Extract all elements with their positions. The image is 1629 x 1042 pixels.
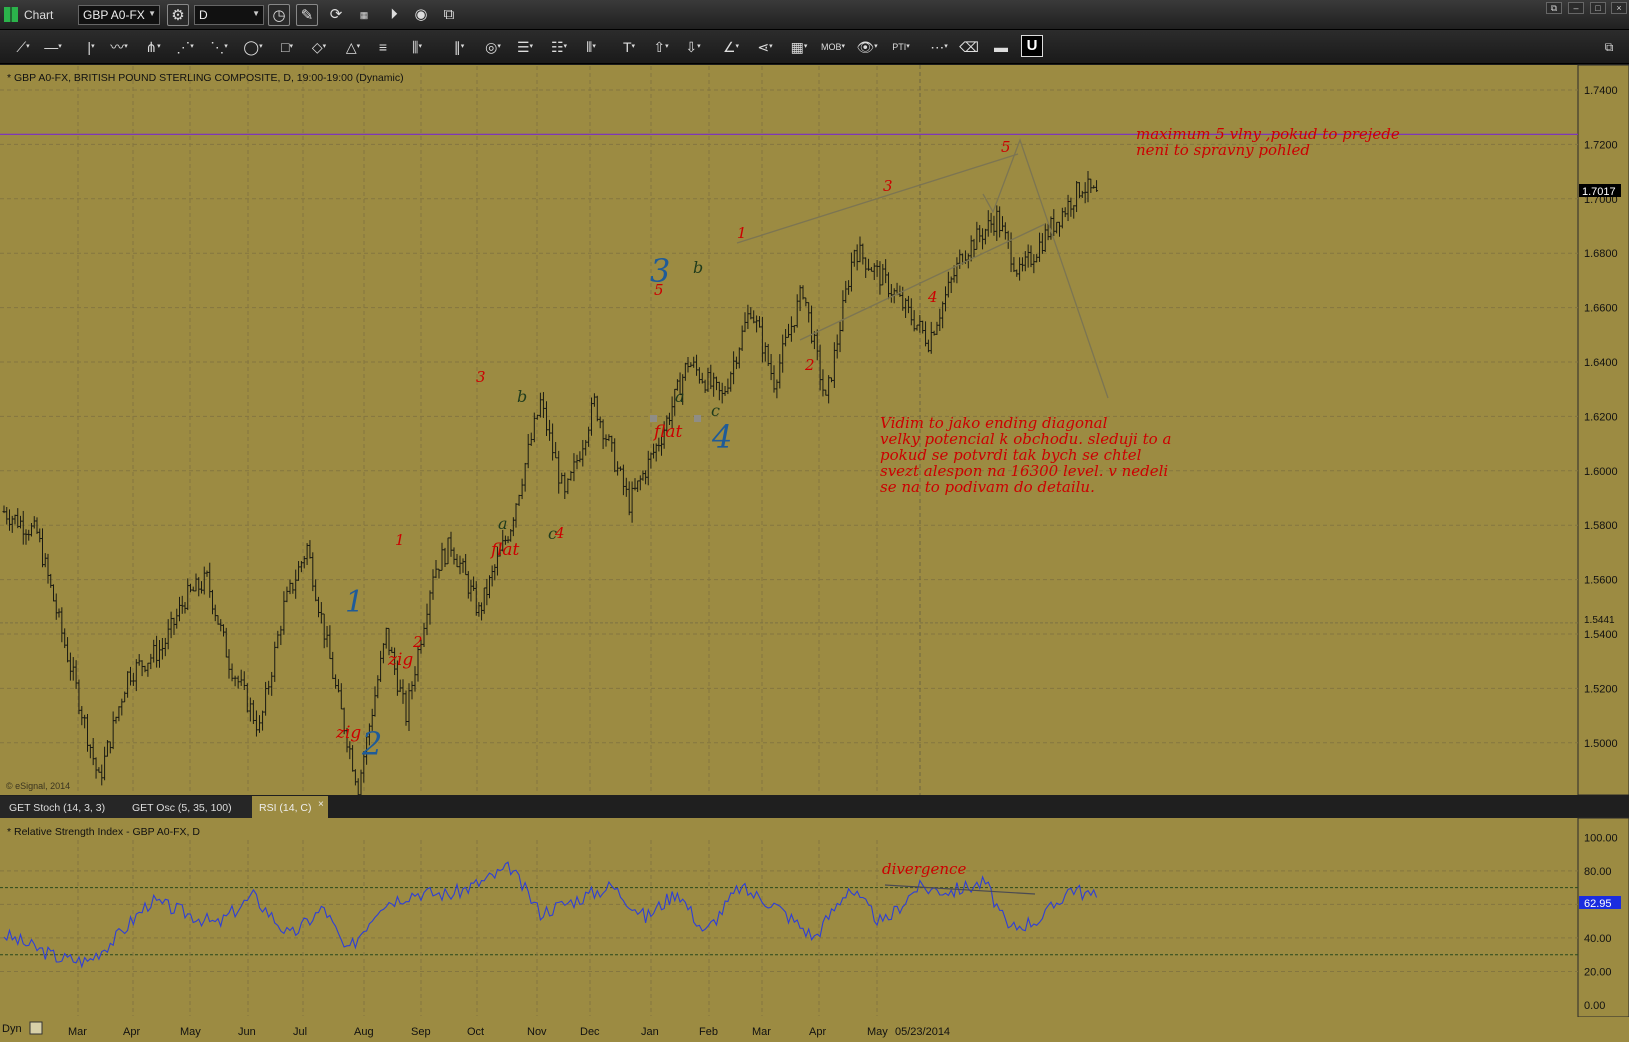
note-diagonal-line-5: se na to podivam do detailu. — [880, 478, 1095, 496]
price-tick-label: 1.6600 — [1584, 303, 1618, 315]
last-price-label: 1.7017 — [1582, 186, 1616, 198]
red-wave-5-diag: 5 — [1001, 138, 1011, 156]
tab-get-stoch[interactable]: GET Stoch (14, 3, 3) — [0, 796, 125, 818]
price-tick-label: 1.5400 — [1584, 629, 1618, 641]
rsi-axis — [1577, 817, 1629, 1018]
price-tick-label: 1.5600 — [1584, 575, 1618, 587]
red-wave-2-a: 2 — [412, 633, 423, 651]
svg-text:GET Stoch (14, 3, 3): GET Stoch (14, 3, 3) — [9, 802, 105, 814]
dyn-label: Dyn — [2, 1023, 22, 1035]
date-label: 05/23/2014 — [895, 1026, 950, 1038]
rsi-tick-label: 40.00 — [1584, 933, 1612, 945]
date-label: Nov — [527, 1026, 547, 1038]
date-label: Mar — [752, 1026, 771, 1038]
tab-rsi[interactable]: RSI (14, C) × — [252, 796, 328, 818]
date-label: Oct — [467, 1026, 484, 1038]
price-tick-label: 1.6400 — [1584, 357, 1618, 369]
price-tick-label: 1.7200 — [1584, 139, 1618, 151]
divergence-label: divergence — [882, 860, 966, 878]
rsi-tick-label: 80.00 — [1584, 866, 1612, 878]
svg-text:GET Osc (5, 35, 100): GET Osc (5, 35, 100) — [132, 802, 232, 814]
date-label: May — [180, 1026, 201, 1038]
date-label: May — [867, 1026, 888, 1038]
tab-get-osc[interactable]: GET Osc (5, 35, 100) — [125, 796, 252, 818]
green-b-2: b — [693, 258, 703, 277]
date-axis-settings-icon[interactable] — [29, 1021, 43, 1035]
green-a-1: a — [498, 514, 508, 533]
red-wave-1-diag: 1 — [737, 224, 747, 242]
red-wave-1-a: 1 — [395, 531, 405, 549]
blue-wave-2: 2 — [361, 725, 382, 763]
blue-wave-1: 1 — [345, 585, 364, 620]
date-label: Dec — [580, 1026, 600, 1038]
flat-label-2: flat — [652, 422, 682, 442]
date-label: Jun — [238, 1026, 256, 1038]
zig-label-1: zig — [387, 650, 413, 670]
date-label: Mar — [68, 1026, 87, 1038]
blue-wave-4: 4 — [711, 418, 732, 456]
red-wave-3-diag: 3 — [883, 177, 893, 195]
green-b-1: b — [517, 387, 527, 406]
rsi-last-label: 62.95 — [1584, 898, 1612, 910]
green-c-2: c — [711, 401, 720, 420]
price-tick-label: 1.7400 — [1584, 85, 1618, 97]
price-tick-label: 1.6000 — [1584, 466, 1618, 478]
price-tick-label: 1.5800 — [1584, 520, 1618, 532]
price-tick-label: 1.5200 — [1584, 683, 1618, 695]
price-pane-header: * GBP A0-FX, BRITISH POUND STERLING COMP… — [7, 72, 404, 84]
rsi-tick-label: 0.00 — [1584, 1000, 1605, 1012]
date-label: Feb — [699, 1026, 718, 1038]
date-label: Aug — [354, 1026, 374, 1038]
flat-label-1: flat — [489, 540, 519, 560]
red-wave-2-diag: 2 — [804, 356, 815, 374]
flat-marker-right — [694, 415, 701, 422]
chart-window: Chart GBP A0-FX ▼ ⚙ D ▼ ◷ ✎ ⟳ ▦ ⏵ ◉ ⧉ ⧉ – … — [0, 0, 1629, 1042]
rsi-tick-label: 100.00 — [1584, 832, 1618, 844]
date-label: Sep — [411, 1026, 431, 1038]
date-label: Apr — [123, 1026, 140, 1038]
date-label: Apr — [809, 1026, 826, 1038]
red-wave-5-a: 5 — [654, 281, 664, 299]
green-a-2: a — [675, 387, 685, 406]
price-pane-bg — [0, 65, 1578, 795]
date-label: Jul — [293, 1026, 307, 1038]
rsi-pane-header: * Relative Strength Index - GBP A0-FX, D — [7, 826, 200, 838]
zig-label-2: zig — [335, 723, 361, 743]
tab-close-icon[interactable]: × — [318, 799, 324, 810]
hline-price-label: 1.5441 — [1584, 615, 1615, 626]
price-tick-label: 1.6200 — [1584, 411, 1618, 423]
flat-marker-left — [650, 415, 657, 422]
date-label: Jan — [641, 1026, 659, 1038]
red-wave-3-a: 3 — [476, 368, 486, 386]
note-max-line-2: neni to spravny pohled — [1136, 141, 1310, 159]
green-c-1: c — [548, 524, 557, 543]
rsi-tick-label: 20.00 — [1584, 966, 1612, 978]
svg-text:RSI (14, C): RSI (14, C) — [259, 802, 312, 814]
red-wave-4-diag: 4 — [927, 288, 938, 306]
price-tick-label: 1.5000 — [1584, 738, 1618, 750]
rsi-pane-bg — [0, 818, 1578, 1017]
chart-area: 1.5000 1.5200 1.5400 1.5600 1.5800 1.6000 1.62… — [0, 64, 1629, 1042]
copyright-text: © eSignal, 2014 — [6, 781, 70, 791]
price-tick-label: 1.6800 — [1584, 248, 1618, 260]
